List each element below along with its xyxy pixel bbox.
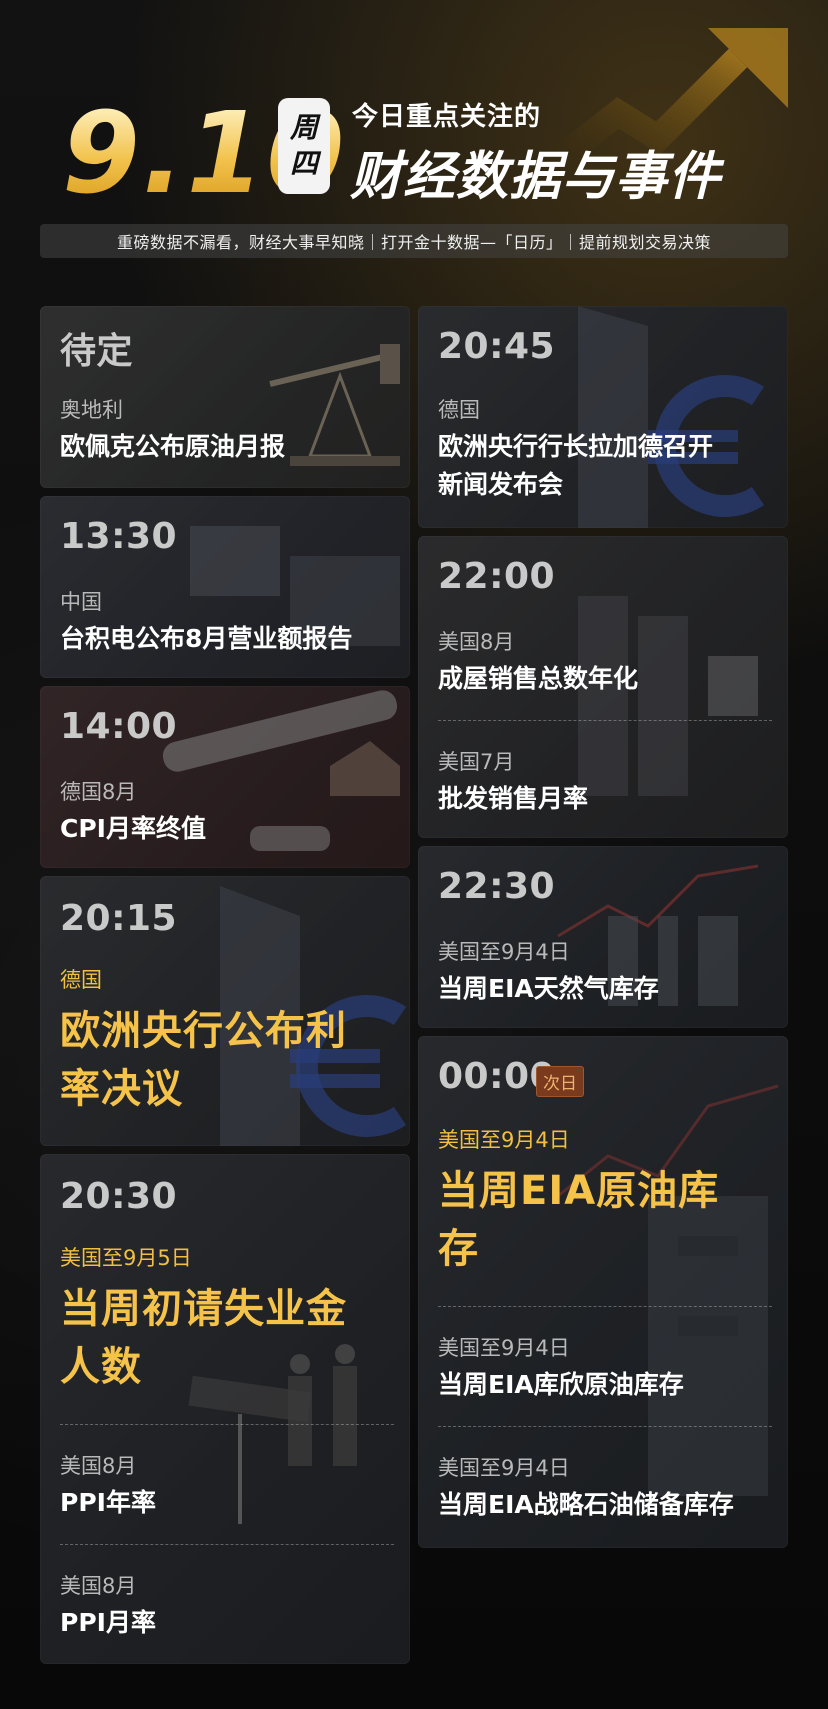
event-title-line-1: 当周EIA原油库 xyxy=(438,1168,720,1214)
header: 9.10 周 四 今日重点关注的 财经数据与事件 xyxy=(40,78,800,218)
subtitle-banner: 重磅数据不漏看，财经大事早知晓｜打开金十数据—「日历」｜提前规划交易决策 xyxy=(40,224,788,258)
event-time: 13:30 xyxy=(60,516,178,557)
event-time: 22:30 xyxy=(438,866,556,907)
weekday-char-1: 周 xyxy=(289,111,318,144)
header-title-small: 今日重点关注的 xyxy=(352,102,542,132)
event-title: 当周EIA天然气库存 xyxy=(438,974,659,1003)
event-time: 20:45 xyxy=(438,326,556,367)
sub-event-region: 美国7月 xyxy=(438,750,515,774)
event-title-line-2: 率决议 xyxy=(60,1066,183,1112)
header-title-large: 财经数据与事件 xyxy=(350,147,722,207)
sub-event-title: 批发销售月率 xyxy=(438,784,589,813)
event-title: 台积电公布8月营业额报告 xyxy=(60,624,353,653)
event-region: 美国8月 xyxy=(438,630,515,654)
event-region: 美国至9月5日 xyxy=(60,1246,192,1270)
event-region: 奥地利 xyxy=(60,398,123,422)
sub-event-region: 美国至9月4日 xyxy=(438,1336,570,1360)
event-title: CPI月率终值 xyxy=(60,814,206,843)
event-title-line-1: 欧洲央行行长拉加德召开 xyxy=(438,432,714,461)
sub-event-region: 美国至9月4日 xyxy=(438,1456,570,1480)
event-time: 20:30 xyxy=(60,1176,178,1217)
event-title: 成屋销售总数年化 xyxy=(438,664,639,693)
weekday-badge: 周 四 xyxy=(278,98,330,194)
event-card-jobless[interactable]: 20:30 美国至9月5日 当周初请失业金 人数 美国8月 PPI年率 美国8月… xyxy=(40,1154,410,1664)
event-region: 美国至9月4日 xyxy=(438,940,570,964)
divider xyxy=(60,1424,394,1425)
event-card-opec[interactable]: 待定 奥地利 欧佩克公布原油月报 xyxy=(40,306,410,488)
event-region: 德国8月 xyxy=(60,780,137,804)
divider xyxy=(60,1544,394,1545)
divider xyxy=(438,1306,772,1307)
divider xyxy=(438,720,772,721)
sub-event-title: 当周EIA战略石油储备库存 xyxy=(438,1490,734,1519)
weekday-char-2: 四 xyxy=(289,147,318,180)
page-background: 9.10 周 四 今日重点关注的 财经数据与事件 重磅数据不漏看，财经大事早知晓… xyxy=(0,0,828,1709)
event-card-eia-oil[interactable]: 00:00 次日 美国至9月4日 当周EIA原油库 存 美国至9月4日 当周EI… xyxy=(418,1036,788,1548)
sub-event-title: PPI月率 xyxy=(60,1608,156,1637)
event-title-line-2: 新闻发布会 xyxy=(438,470,564,499)
event-card-home-sales[interactable]: 22:00 美国8月 成屋销售总数年化 美国7月 批发销售月率 xyxy=(418,536,788,838)
event-region: 中国 xyxy=(60,590,102,614)
event-time: 待定 xyxy=(60,331,134,372)
event-card-tsmc[interactable]: 13:30 中国 台积电公布8月营业额报告 xyxy=(40,496,410,678)
event-time: 20:15 xyxy=(60,898,178,939)
event-title-line-1: 当周初请失业金 xyxy=(60,1286,347,1332)
event-time: 22:00 xyxy=(438,556,556,597)
sub-event-region: 美国8月 xyxy=(60,1574,137,1598)
sub-event-title: PPI年率 xyxy=(60,1488,156,1517)
event-card-eia-gas[interactable]: 22:30 美国至9月4日 当周EIA天然气库存 xyxy=(418,846,788,1028)
event-region: 德国 xyxy=(438,398,480,422)
event-title-line-2: 人数 xyxy=(60,1344,142,1390)
event-title-line-2: 存 xyxy=(438,1226,479,1272)
event-card-ecb-rate[interactable]: 20:15 德国 欧洲央行公布利 率决议 xyxy=(40,876,410,1146)
next-day-badge: 次日 xyxy=(536,1066,584,1097)
divider xyxy=(438,1426,772,1427)
event-region: 美国至9月4日 xyxy=(438,1128,570,1152)
sub-event-title: 当周EIA库欣原油库存 xyxy=(438,1370,684,1399)
event-time: 14:00 xyxy=(60,706,178,747)
sub-event-region: 美国8月 xyxy=(60,1454,137,1478)
event-region: 德国 xyxy=(60,968,102,992)
event-title: 欧佩克公布原油月报 xyxy=(60,432,286,461)
event-card-cpi[interactable]: 14:00 德国8月 CPI月率终值 xyxy=(40,686,410,868)
event-title-line-1: 欧洲央行公布利 xyxy=(60,1008,347,1054)
event-card-lagarde[interactable]: 20:45 德国 欧洲央行行长拉加德召开 新闻发布会 xyxy=(418,306,788,528)
